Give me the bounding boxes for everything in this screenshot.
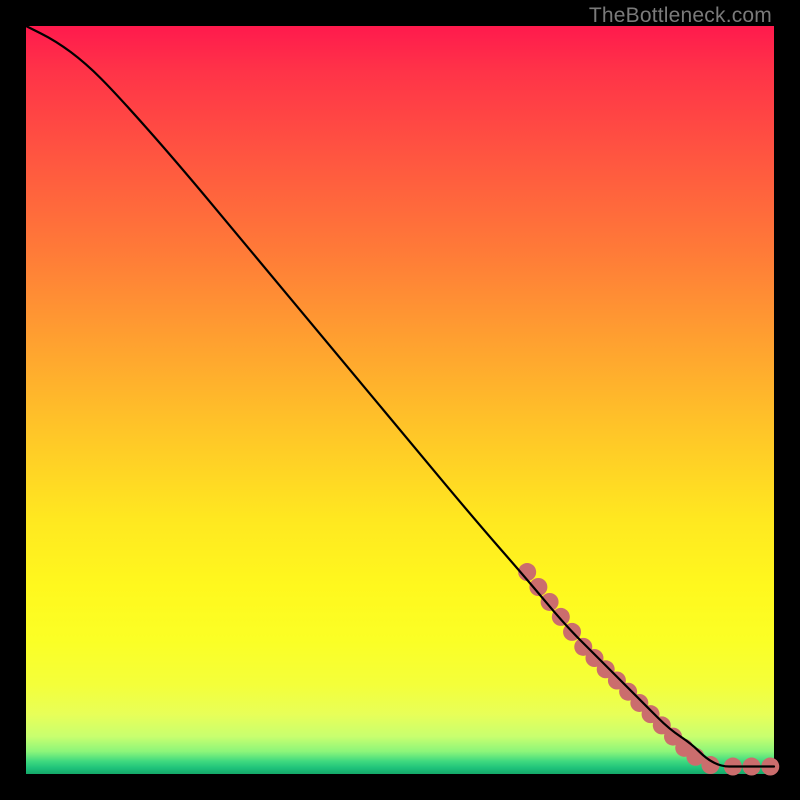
plot-area [26,26,774,774]
bottleneck-curve [26,26,774,767]
watermark-text: TheBottleneck.com [589,4,772,28]
marker-dot [541,593,559,611]
chart-stage: TheBottleneck.com [0,0,800,800]
markers-group [518,563,779,775]
chart-svg [26,26,774,774]
